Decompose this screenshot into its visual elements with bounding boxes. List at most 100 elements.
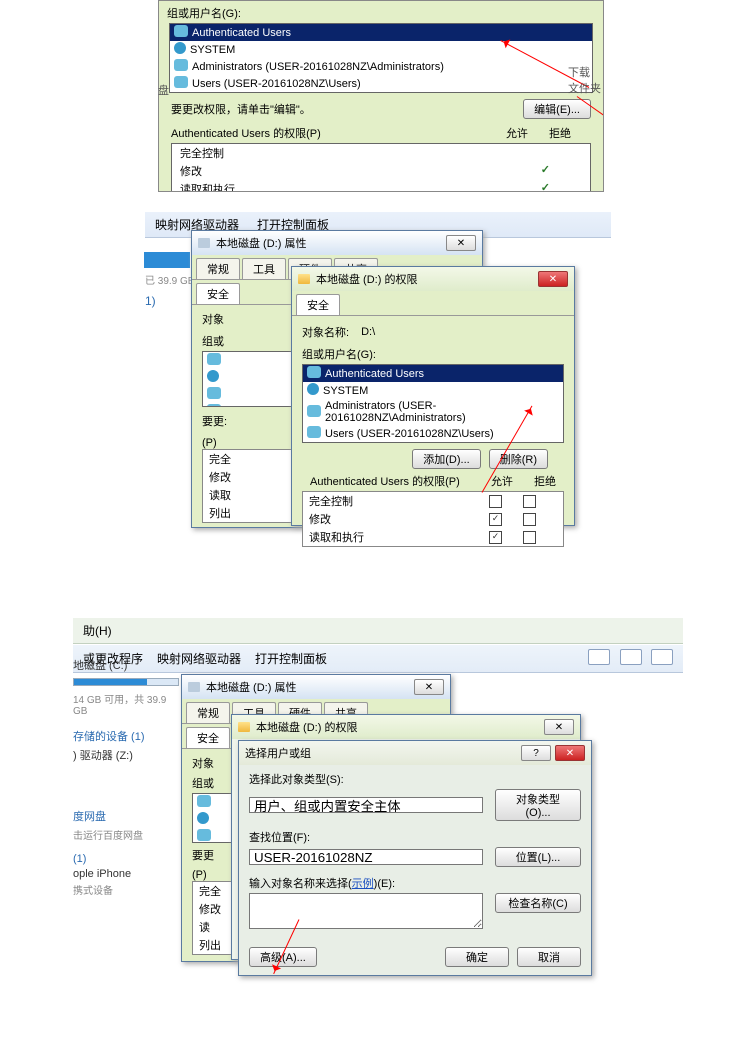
folder-icon: [238, 722, 250, 732]
tab-security[interactable]: 安全: [186, 727, 230, 748]
object-type-button[interactable]: 对象类型(O)...: [495, 789, 581, 821]
deny-checkbox[interactable]: [523, 531, 536, 544]
help-menu[interactable]: 助(H): [83, 622, 112, 639]
close-button[interactable]: ✕: [544, 719, 574, 735]
location-label: 查找位置(F):: [249, 829, 581, 845]
system-icon: [174, 42, 186, 57]
drive-info: 14 GB 可用，共 39.9 GB: [73, 690, 179, 718]
system-icon: [307, 383, 319, 398]
group-icon: [174, 25, 188, 40]
edit-button[interactable]: 编辑(E)...: [523, 99, 591, 119]
user-authenticated[interactable]: Authenticated Users: [170, 24, 592, 41]
allow-col: 允许: [506, 128, 528, 140]
folder-icon: [298, 274, 310, 284]
user-label: Users (USER-20161028NZ\Users): [192, 78, 361, 90]
object-type-label: 选择此对象类型(S):: [249, 771, 581, 787]
user-list[interactable]: Authenticated Users SYSTEM Administrator…: [169, 23, 593, 93]
user-authenticated[interactable]: Authenticated Users: [303, 365, 563, 382]
dialog-title: 本地磁盘 (D:) 属性: [216, 235, 306, 251]
properties-security-panel: 组或用户名(G): Authenticated Users SYSTEM Adm…: [158, 0, 604, 192]
group-icon: [174, 76, 188, 91]
section-count: (1): [73, 843, 179, 867]
group-icon: [207, 387, 221, 402]
group-icon: [197, 829, 211, 844]
location-button[interactable]: 位置(L)...: [495, 847, 581, 867]
tab-security[interactable]: 安全: [196, 283, 240, 304]
allow-checkbox[interactable]: [489, 513, 502, 526]
system-icon: [207, 370, 219, 385]
menu-bar: 助(H): [73, 618, 683, 644]
view-icons-icon[interactable]: [588, 649, 610, 665]
section-header: 度网盘: [73, 798, 179, 826]
examples-link[interactable]: 示例: [352, 878, 374, 890]
group-icon: [174, 59, 188, 74]
help-button[interactable]: ?: [521, 745, 551, 761]
deny-checkbox[interactable]: [523, 495, 536, 508]
check-names-button[interactable]: 检查名称(C): [495, 893, 581, 913]
user-users[interactable]: Users (USER-20161028NZ\Users): [303, 425, 563, 442]
ok-button[interactable]: 确定: [445, 947, 509, 967]
allow-checkbox[interactable]: [489, 495, 502, 508]
close-button[interactable]: ✕: [414, 679, 444, 695]
remove-button[interactable]: 删除(R): [489, 449, 548, 469]
user-label: SYSTEM: [323, 385, 368, 397]
drive-c[interactable]: 地磁盘 (C:): [73, 656, 179, 674]
perm-item: 修改: [180, 163, 202, 179]
user-users[interactable]: Users (USER-20161028NZ\Users): [170, 75, 592, 92]
dialog-title: 本地磁盘 (D:) 属性: [206, 679, 296, 695]
allow-checkbox[interactable]: [489, 531, 502, 544]
dialog-title: 选择用户或组: [245, 745, 311, 761]
drive-selection-icon: [144, 252, 190, 268]
toolbar-item[interactable]: 打开控制面板: [255, 650, 327, 667]
drive-info: 已 39.9 GB: [145, 272, 194, 287]
view-list-icon[interactable]: [620, 649, 642, 665]
user-admins[interactable]: Administrators (USER-20161028NZ\Administ…: [303, 399, 563, 425]
item-subtitle: 携式设备: [73, 881, 179, 898]
user-label: SYSTEM: [190, 44, 235, 56]
permissions-for-label: Authenticated Users 的权限(P): [310, 473, 460, 489]
dialog-title: 本地磁盘 (D:) 的权限: [316, 271, 417, 287]
select-user-dialog: 选择用户或组 ? ✕ 选择此对象类型(S): 对象类型(O)... 查找位置(F…: [238, 740, 592, 976]
tab-general[interactable]: 常规: [196, 258, 240, 279]
user-label: Administrators (USER-20161028NZ\Administ…: [325, 400, 559, 424]
object-names-input[interactable]: [249, 893, 483, 929]
group-icon: [307, 405, 321, 420]
usage-bar: [73, 678, 179, 686]
group-icon: [207, 404, 221, 407]
perm-item: 完全控制: [309, 493, 489, 509]
permission-list[interactable]: 完全控制 修改 读取和执行: [302, 491, 564, 547]
close-button[interactable]: ✕: [538, 271, 568, 287]
section-header: 存储的设备 (1): [73, 718, 179, 746]
permissions-for-label: Authenticated Users 的权限(P): [171, 125, 321, 141]
cropped-text: 盘: [158, 82, 169, 98]
add-button[interactable]: 添加(D)...: [412, 449, 480, 469]
count-label: 1): [145, 294, 156, 308]
user-label: Authenticated Users: [192, 27, 291, 39]
close-button[interactable]: ✕: [446, 235, 476, 251]
permission-list[interactable]: 完全控制 修改✓ 读取和执行✓ 列出文件夹内容✓ 读取✓ 写入: [171, 143, 591, 192]
tab-security[interactable]: 安全: [296, 294, 340, 315]
object-name-value: D:\: [361, 326, 375, 338]
deny-checkbox[interactable]: [523, 513, 536, 526]
perm-item: 完全控制: [180, 145, 224, 161]
user-system[interactable]: SYSTEM: [303, 382, 563, 399]
help-icon[interactable]: [651, 649, 673, 665]
view-mode-buttons[interactable]: [582, 649, 673, 668]
drive-z[interactable]: ) 驱动器 (Z:): [73, 746, 179, 764]
deny-col: 拒绝: [549, 128, 571, 140]
user-system[interactable]: SYSTEM: [170, 41, 592, 58]
group-user-label: 组或用户名(G):: [161, 3, 601, 23]
close-button[interactable]: ✕: [555, 745, 585, 761]
cancel-button[interactable]: 取消: [517, 947, 581, 967]
tab-general[interactable]: 常规: [186, 702, 230, 723]
advanced-button[interactable]: 高级(A)...: [249, 947, 317, 967]
tab-tools[interactable]: 工具: [242, 258, 286, 279]
location-value: [249, 849, 483, 865]
drive-icon: [198, 238, 210, 248]
object-type-value: [249, 797, 483, 813]
perm-item: 读取和执行: [309, 529, 489, 545]
user-list[interactable]: Authenticated Users SYSTEM Administrator…: [302, 364, 564, 443]
group-icon: [207, 353, 221, 368]
user-admins[interactable]: Administrators (USER-20161028NZ\Administ…: [170, 58, 592, 75]
user-label: Authenticated Users: [325, 368, 424, 380]
